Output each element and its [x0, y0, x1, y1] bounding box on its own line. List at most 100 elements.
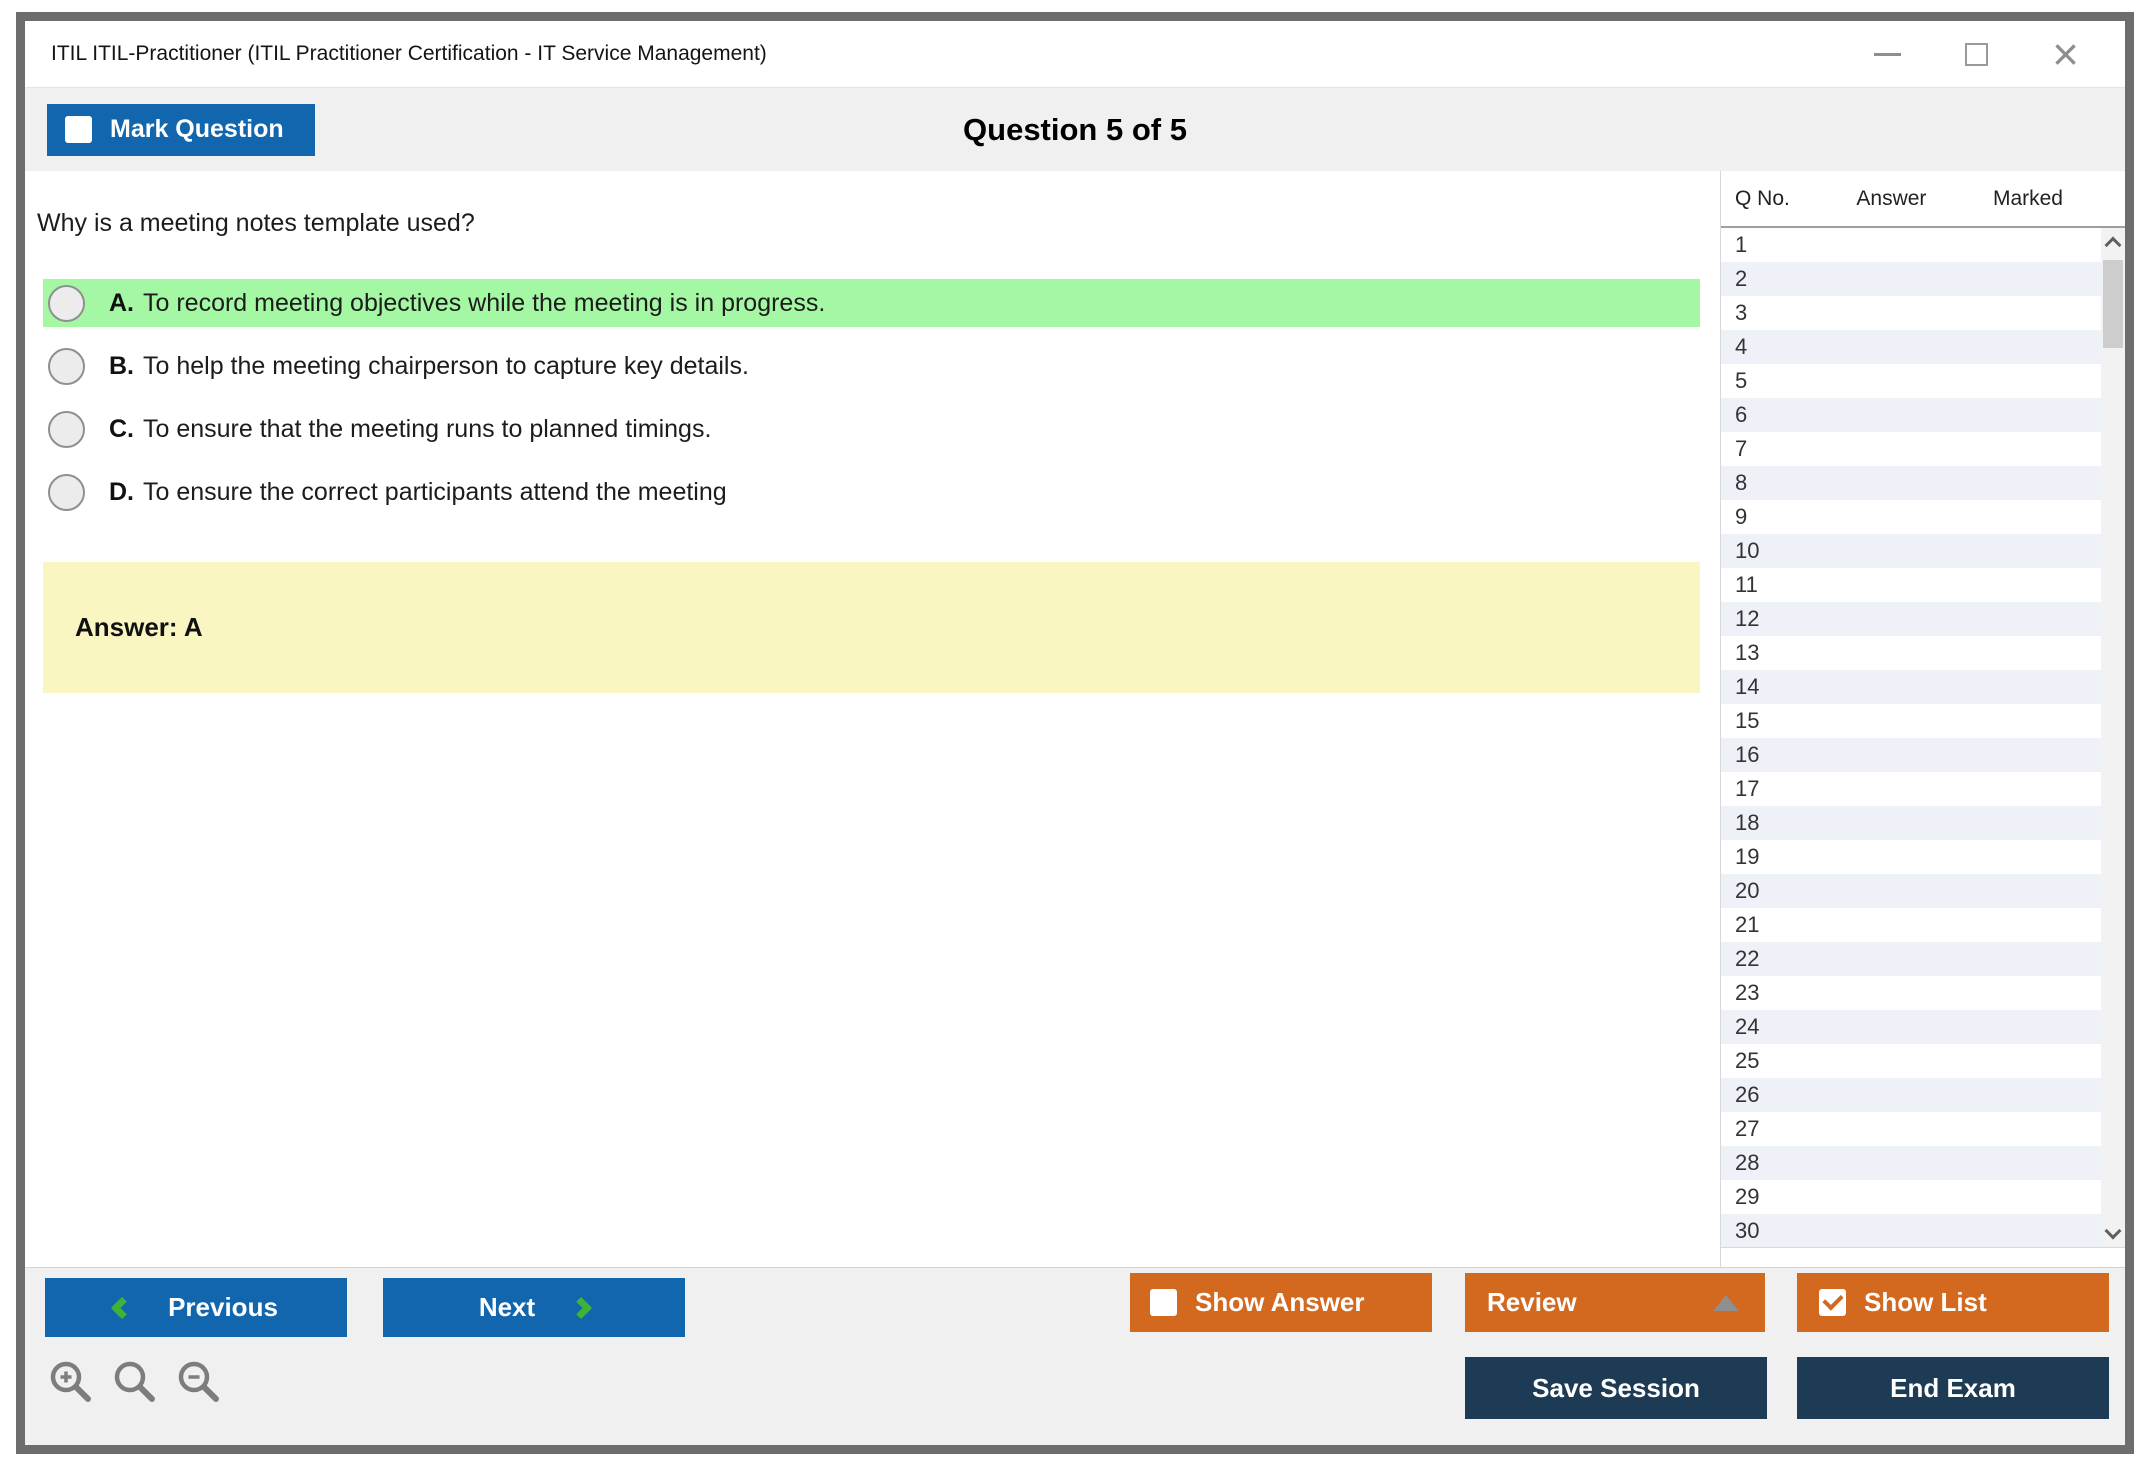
question-list-rows: 1 2 3 4 5 6 7 8 9 10 11 12 13 14 15 16 1… — [1721, 228, 2101, 1247]
minimize-button[interactable] — [1874, 52, 1902, 56]
question-list-sidebar: Q No. Answer Marked 1 2 3 4 5 6 7 8 9 10… — [1720, 171, 2125, 1267]
radio-icon[interactable] — [48, 284, 85, 322]
option-a[interactable]: A. To record meeting objectives while th… — [43, 279, 1700, 327]
mark-question-button[interactable]: Mark Question — [47, 103, 315, 156]
next-label: Next — [478, 1292, 536, 1322]
review-button[interactable]: Review — [1465, 1273, 1765, 1332]
question-list-row[interactable]: 8 — [1721, 466, 2101, 500]
chevron-left-icon — [110, 1296, 134, 1319]
question-list-row[interactable]: 18 — [1721, 806, 2101, 840]
option-text: To help the meeting chairperson to captu… — [143, 351, 749, 380]
footer-bar: Previous Next Show Answer Review Show Li… — [25, 1267, 2125, 1445]
question-list-row[interactable]: 24 — [1721, 1010, 2101, 1044]
row-qno: 24 — [1735, 1014, 1760, 1039]
question-list-row[interactable]: 7 — [1721, 432, 2101, 466]
row-qno: 7 — [1735, 436, 1748, 461]
end-exam-label: End Exam — [1890, 1372, 2016, 1403]
show-answer-checkbox[interactable] — [1150, 1289, 1177, 1316]
previous-button[interactable]: Previous — [45, 1278, 347, 1337]
question-list-row[interactable]: 15 — [1721, 704, 2101, 738]
question-list-row[interactable]: 3 — [1721, 296, 2101, 330]
question-panel: Why is a meeting notes template used? A.… — [25, 171, 1720, 1267]
radio-icon[interactable] — [48, 473, 85, 511]
question-list-row[interactable]: 30 — [1721, 1214, 2101, 1247]
question-list-row[interactable]: 12 — [1721, 602, 2101, 636]
question-list-row[interactable]: 20 — [1721, 874, 2101, 908]
row-qno: 5 — [1735, 368, 1748, 393]
question-list-row[interactable]: 26 — [1721, 1078, 2101, 1112]
row-qno: 14 — [1735, 674, 1760, 699]
row-qno: 27 — [1735, 1116, 1760, 1141]
scrollbar-thumb[interactable] — [2103, 260, 2123, 348]
chevron-down-icon — [2104, 1222, 2122, 1239]
zoom-out-icon[interactable] — [175, 1358, 223, 1406]
question-list-row[interactable]: 5 — [1721, 364, 2101, 398]
question-text: Why is a meeting notes template used? — [37, 209, 475, 237]
header-band: Mark Question Question 5 of 5 — [25, 87, 2125, 171]
question-list-row[interactable]: 16 — [1721, 738, 2101, 772]
question-list-row[interactable]: 28 — [1721, 1146, 2101, 1180]
question-list-row[interactable]: 1 — [1721, 228, 2101, 262]
question-list-row[interactable]: 4 — [1721, 330, 2101, 364]
row-qno: 11 — [1735, 572, 1758, 597]
radio-icon[interactable] — [48, 347, 85, 385]
radio-icon[interactable] — [48, 410, 85, 448]
question-list-row[interactable]: 21 — [1721, 908, 2101, 942]
row-qno: 12 — [1735, 606, 1760, 631]
maximize-button[interactable] — [1965, 42, 1989, 66]
sidebar-scrollbar[interactable] — [2101, 228, 2125, 1247]
column-qno: Q No. — [1735, 186, 1790, 210]
close-button[interactable]: × — [2052, 31, 2079, 77]
option-letter: D. — [109, 477, 134, 506]
app-window: ITIL ITIL-Practitioner (ITIL Practitione… — [16, 12, 2134, 1454]
zoom-controls — [47, 1358, 223, 1406]
option-text: To ensure the correct participants atten… — [143, 477, 727, 506]
answer-box: Answer: A — [43, 562, 1700, 693]
options-list: A. To record meeting objectives while th… — [43, 279, 1700, 531]
option-letter: C. — [109, 414, 134, 443]
show-list-checkbox[interactable] — [1819, 1289, 1846, 1316]
column-answer: Answer — [1856, 186, 1927, 210]
question-list-row[interactable]: 29 — [1721, 1180, 2101, 1214]
question-list-row[interactable]: 13 — [1721, 636, 2101, 670]
option-letter: A. — [109, 288, 134, 317]
option-d[interactable]: D. To ensure the correct participants at… — [43, 468, 1700, 516]
answer-label: Answer: A — [75, 612, 203, 642]
row-qno: 9 — [1735, 504, 1748, 529]
row-qno: 18 — [1735, 810, 1760, 835]
show-answer-button[interactable]: Show Answer — [1130, 1273, 1432, 1332]
option-text: To ensure that the meeting runs to plann… — [143, 414, 712, 443]
question-list-row[interactable]: 2 — [1721, 262, 2101, 296]
row-qno: 19 — [1735, 844, 1760, 869]
option-c[interactable]: C. To ensure that the meeting runs to pl… — [43, 405, 1700, 453]
mark-question-label: Mark Question — [110, 115, 284, 143]
question-list-row[interactable]: 9 — [1721, 500, 2101, 534]
row-qno: 1 — [1735, 232, 1748, 257]
scroll-up-button[interactable] — [2101, 228, 2125, 256]
show-list-label: Show List — [1864, 1287, 1987, 1317]
save-session-button[interactable]: Save Session — [1465, 1357, 1767, 1419]
zoom-in-icon[interactable] — [47, 1358, 95, 1406]
zoom-reset-icon[interactable] — [111, 1358, 159, 1406]
question-list-header: Q No. Answer Marked — [1721, 171, 2125, 228]
mark-question-checkbox[interactable] — [65, 116, 92, 143]
option-text: To record meeting objectives while the m… — [143, 288, 826, 317]
question-list-row[interactable]: 23 — [1721, 976, 2101, 1010]
next-button[interactable]: Next — [383, 1278, 685, 1337]
question-list-row[interactable]: 25 — [1721, 1044, 2101, 1078]
question-list-row[interactable]: 14 — [1721, 670, 2101, 704]
question-list-row[interactable]: 27 — [1721, 1112, 2101, 1146]
row-qno: 6 — [1735, 402, 1748, 427]
question-list-row[interactable]: 22 — [1721, 942, 2101, 976]
question-list-row[interactable]: 10 — [1721, 534, 2101, 568]
option-b[interactable]: B. To help the meeting chairperson to ca… — [43, 342, 1700, 390]
minimize-icon — [1874, 52, 1902, 56]
question-list-row[interactable]: 11 — [1721, 568, 2101, 602]
question-list-row[interactable]: 17 — [1721, 772, 2101, 806]
question-list-row[interactable]: 19 — [1721, 840, 2101, 874]
question-list-row[interactable]: 6 — [1721, 398, 2101, 432]
end-exam-button[interactable]: End Exam — [1797, 1357, 2109, 1419]
row-qno: 21 — [1735, 912, 1760, 937]
show-list-button[interactable]: Show List — [1797, 1273, 2109, 1332]
scroll-down-button[interactable] — [2101, 1219, 2125, 1247]
